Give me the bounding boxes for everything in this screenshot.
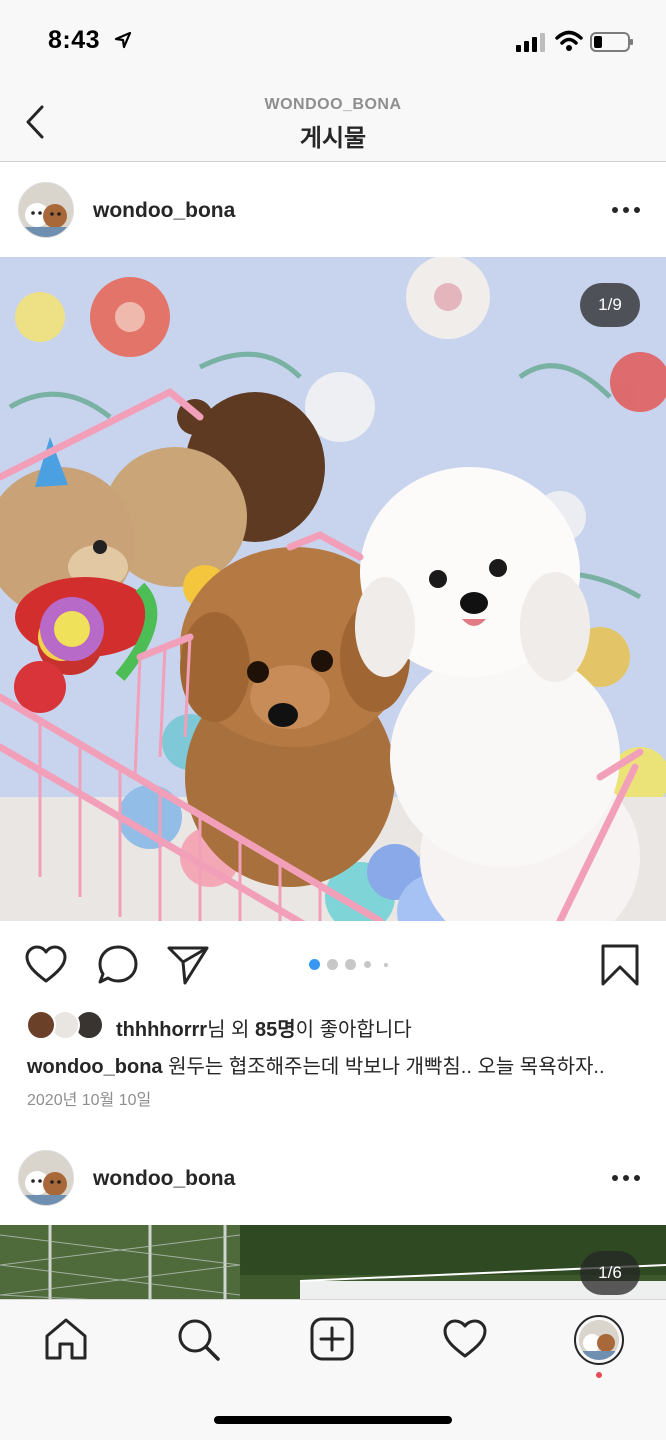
- activity-heart-icon[interactable]: [442, 1316, 488, 1362]
- liker-username[interactable]: thhhhorrr: [116, 1019, 207, 1041]
- bottom-tab-bar: [0, 1299, 666, 1440]
- post-header: wondoo_bona: [0, 163, 666, 257]
- liker-avatar: [26, 1010, 56, 1040]
- likes-count[interactable]: 85명: [255, 1019, 296, 1041]
- status-time: 8:43: [48, 26, 101, 54]
- likes-suffix-1: 님 외: [207, 1019, 256, 1041]
- bookmark-icon[interactable]: [598, 943, 642, 987]
- page-title: 게시물: [299, 125, 367, 152]
- status-bar: 8:43: [0, 0, 666, 84]
- avatar[interactable]: [18, 1150, 74, 1206]
- post-date: 2020년 10월 10일: [27, 1092, 152, 1109]
- photo-counter-badge: 1/6: [580, 1251, 640, 1295]
- carousel-dot: [327, 959, 338, 970]
- carousel-dot: [364, 961, 371, 968]
- header-account-name: WONDOO_BONA: [264, 96, 402, 113]
- paper-plane-icon[interactable]: [166, 943, 210, 987]
- carousel-dot-active: [309, 959, 320, 970]
- nav-header: WONDOO_BONA 게시물: [0, 84, 666, 162]
- profile-avatar-tab[interactable]: [574, 1315, 624, 1365]
- photo-park-fence: [0, 1225, 666, 1301]
- post-header: wondoo_bona: [0, 1131, 666, 1225]
- likes-suffix-2: 이 좋아합니다: [295, 1019, 412, 1041]
- add-post-icon[interactable]: [309, 1316, 355, 1362]
- post-username[interactable]: wondoo_bona: [93, 1167, 235, 1191]
- location-arrow-icon: [114, 31, 132, 49]
- home-indicator: [214, 1416, 452, 1424]
- likes-text: thhhhorrr님 외 85명이 좋아합니다: [116, 1013, 412, 1042]
- battery-icon: [590, 32, 633, 52]
- photo-counter-badge: 1/9: [580, 283, 640, 327]
- carousel-dot: [384, 963, 388, 967]
- wifi-icon: [555, 30, 583, 51]
- caption-username[interactable]: wondoo_bona: [27, 1056, 163, 1078]
- post-caption: wondoo_bona 원두는 협조해주는데 박보나 개빡침.. 오늘 목욕하자…: [27, 1050, 647, 1079]
- heart-icon[interactable]: [24, 943, 68, 987]
- likes-row[interactable]: thhhhorrr님 외 85명이 좋아합니다: [26, 1008, 646, 1042]
- comment-icon[interactable]: [96, 943, 140, 987]
- home-icon[interactable]: [43, 1316, 89, 1362]
- search-icon[interactable]: [175, 1316, 221, 1362]
- carousel-dot: [345, 959, 356, 970]
- cellular-signal-icon: [516, 33, 545, 52]
- notification-dot: [596, 1372, 602, 1378]
- profile-avatar: [579, 1320, 619, 1360]
- caption-text: 원두는 협조해주는데 박보나 개빡침.. 오늘 목욕하자..: [162, 1056, 605, 1078]
- post-photo[interactable]: 1/6: [0, 1225, 666, 1301]
- avatar[interactable]: [18, 182, 74, 238]
- more-horizontal-icon[interactable]: [608, 1171, 644, 1185]
- post-username[interactable]: wondoo_bona: [93, 199, 235, 223]
- more-horizontal-icon[interactable]: [608, 203, 644, 217]
- post-photo[interactable]: 1/9: [0, 257, 666, 921]
- photo-dogs-in-cart: [0, 257, 666, 921]
